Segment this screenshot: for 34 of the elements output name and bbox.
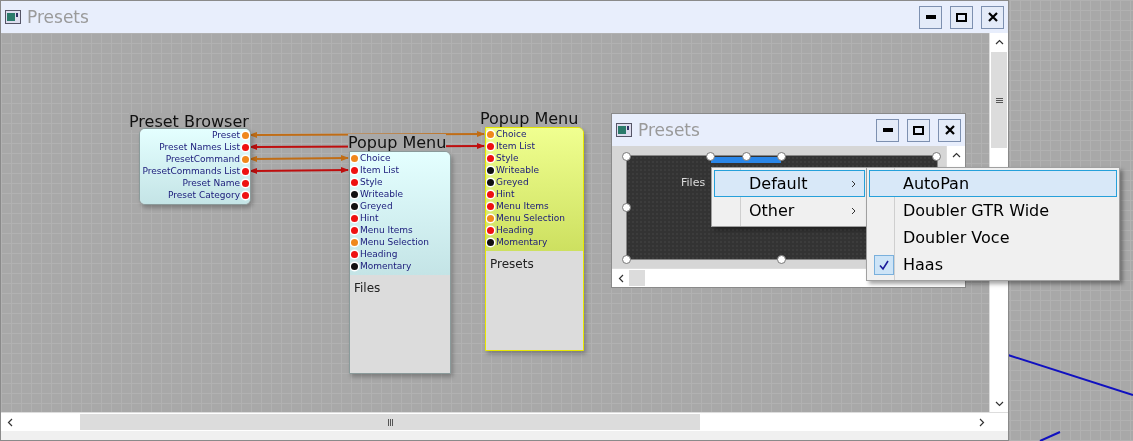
pin-label: Menu Selection [360, 237, 430, 247]
pin-label: PresetCommand [165, 154, 240, 164]
pin-label: Style [496, 153, 519, 163]
pin-label: Greyed [496, 177, 529, 187]
pin-label: Menu Selection [496, 213, 566, 223]
node-title: Popup Menu [480, 110, 579, 127]
node-body-text: Files [353, 280, 382, 297]
pin-label: Menu Items [360, 225, 413, 235]
node-title: Preset Browser [129, 113, 249, 130]
pin-label: Preset Names List [159, 142, 240, 152]
pin-label: Hint [360, 213, 379, 223]
panel-label: Files [681, 176, 706, 189]
pin-label: Preset Name [182, 178, 240, 188]
pin-label: Heading [496, 225, 534, 235]
window-title: Presets [638, 120, 701, 140]
pin-label: Writeable [360, 189, 404, 199]
pin-label: Choice [360, 153, 391, 163]
node-body-text: Presets [489, 256, 535, 273]
pin-label: Momentary [496, 237, 548, 247]
pin-label: Style [360, 177, 383, 187]
pin-label: Preset Category [167, 190, 240, 200]
node-title: Popup Menu [348, 134, 447, 151]
pin-label: Momentary [360, 261, 412, 271]
pin-label: PresetCommands List [142, 166, 240, 176]
pin-label: Heading [360, 249, 398, 259]
pin-label: Greyed [360, 201, 393, 211]
pin-label: Menu Items [496, 201, 549, 211]
window-title: Presets [27, 7, 90, 27]
pin-label: Preset [211, 130, 240, 140]
pin-label: Item List [496, 141, 536, 151]
pin-label: Writeable [496, 165, 540, 175]
pin-label: Choice [496, 129, 527, 139]
pin-label: Item List [360, 165, 400, 175]
pin-label: Hint [496, 189, 515, 199]
